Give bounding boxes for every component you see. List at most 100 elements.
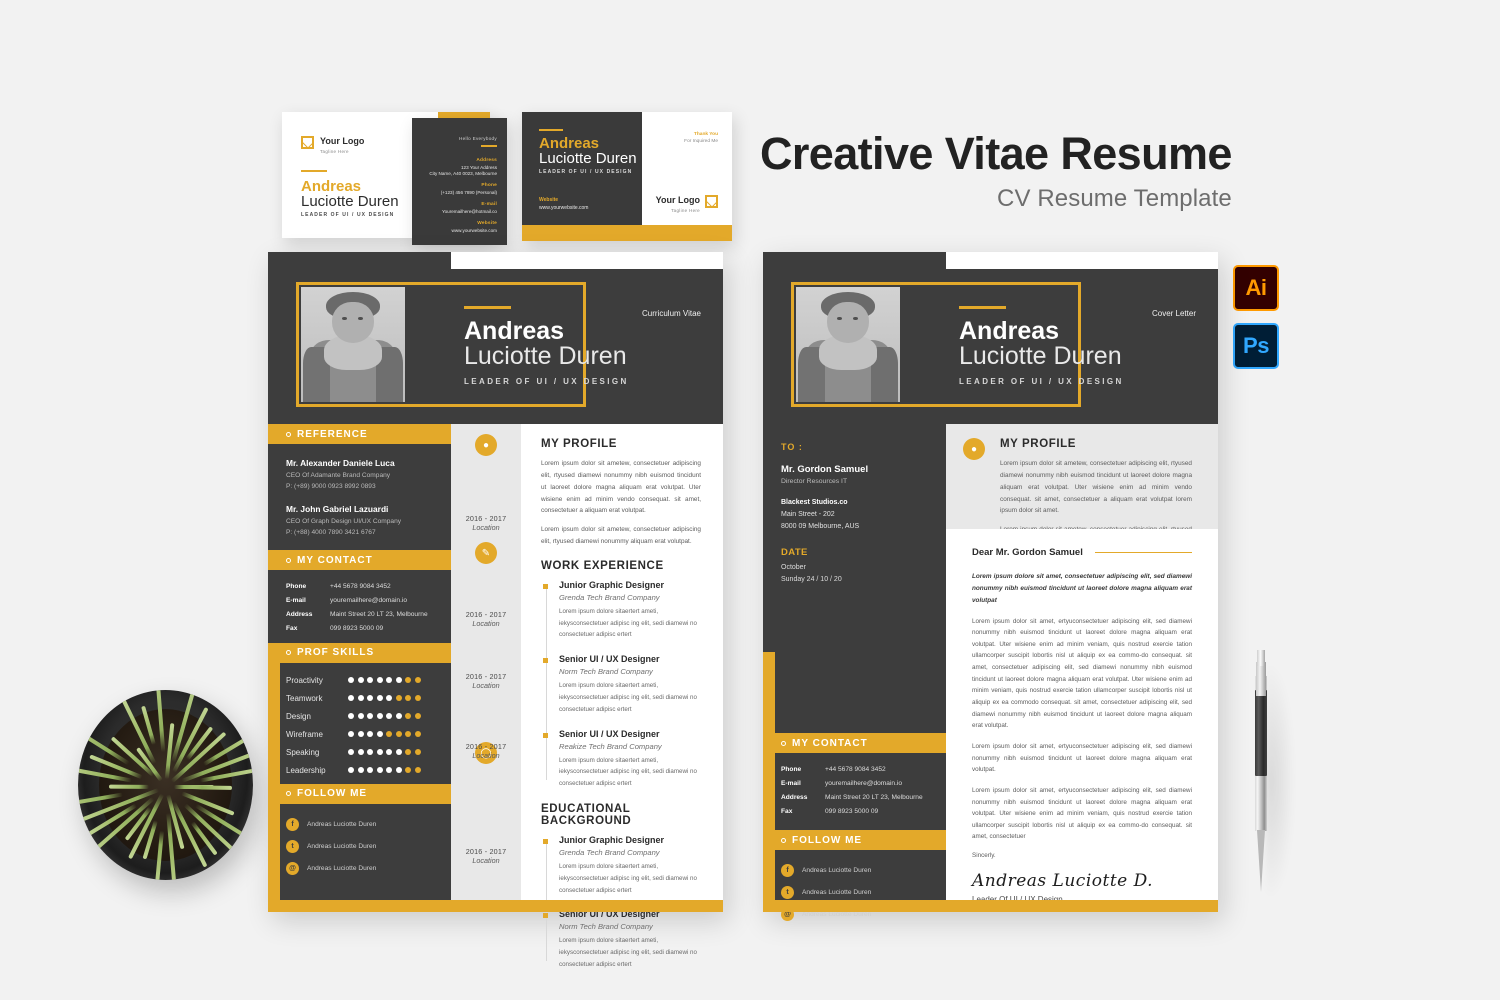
name-rule [464, 306, 511, 309]
cl-role: LEADER OF UI / UX DESIGN [959, 377, 1124, 386]
skill-dot [376, 767, 383, 774]
reference-role: CEO Of Graph Design UI/UX Company [286, 518, 402, 526]
section-title-profile: MY PROFILE [541, 438, 618, 450]
section-header-follow: FOLLOW ME [763, 830, 946, 851]
twitter-icon: t [286, 839, 299, 853]
skill-dot [395, 713, 402, 720]
contact-key: Address [286, 611, 313, 618]
timeline-entry: 2016 - 2017 Location [451, 514, 521, 532]
paragraph: Lorem ipsum dolor sit ametew, consectetu… [541, 460, 701, 515]
facebook-icon: f [781, 864, 794, 878]
skill-dot [357, 749, 364, 756]
recipient-address-1: Main Street - 202 [781, 510, 835, 518]
contact-key: Fax [286, 624, 298, 632]
person-icon: ● [475, 434, 497, 456]
social-row: f Andreas Luciotte Duren [781, 864, 928, 878]
date-month: October [781, 563, 806, 571]
letter-paragraphs: Lorem ipsum dolor sit amet, ertyuconsect… [972, 616, 1192, 844]
bullet-ring-icon [286, 557, 291, 563]
social-handle: Andreas Luciotte Duren [802, 889, 872, 897]
skill-dot [367, 695, 373, 702]
reference-phone: P: (+89) 9000 0923 8992 0893 [286, 482, 376, 490]
experience-title: Junior Graphic Designer [559, 834, 665, 845]
social-list: f Andreas Luciotte Duren t Andreas Luciotte… [268, 804, 451, 875]
contact-value: 099 8923 5000 09 [825, 808, 879, 816]
reference-item: Mr. John Gabriel Lazuardi CEO Of Graph De… [286, 504, 433, 538]
timeline-location: Location [472, 523, 500, 532]
skill-dot [348, 677, 354, 684]
contact-list: Phone +44 5678 9084 3452 E-mail youremailhe… [763, 753, 946, 816]
logo-block: Your Logo Tagline Here [301, 131, 364, 154]
to-label: TO : [781, 442, 803, 452]
skill-dot [348, 731, 354, 738]
skill-dot [386, 713, 392, 720]
bullet-ring-icon [781, 740, 786, 746]
skill-dot [405, 749, 411, 756]
date-label: DATE [781, 546, 808, 558]
social-handle: Andreas Luciotte Duren [307, 864, 377, 872]
skill-dots [348, 749, 421, 756]
timeline-entry: 2016 - 2017 Location [451, 742, 521, 760]
twitter-icon: t [781, 886, 794, 900]
logo-tagline: Tagline Here [320, 149, 349, 154]
skill-row: Teamwork [286, 694, 433, 703]
card-last-name: Luciotte Duren [539, 150, 637, 167]
skill-dot [367, 713, 373, 720]
reference-phone: P: (+88) 4000 7890 3421 6767 [286, 528, 376, 536]
recipient-block: TO : Mr. Gordon Samuel Director Resource… [763, 424, 946, 533]
field-value: 123 Your Address City Name, A40 0023, Mel… [429, 164, 497, 176]
date-full: Sunday 24 / 10 / 20 [781, 575, 842, 583]
skill-row: Speaking [286, 748, 433, 757]
reference-name: Mr. John Gabriel Lazuardi [286, 504, 389, 515]
social-row: t Andreas Luciotte Duren [781, 886, 928, 900]
field-label: Address [476, 158, 497, 163]
contact-key: E-mail [781, 780, 801, 788]
recipient-company: Blackest Studios.co [781, 499, 848, 506]
logo-title: Your Logo [320, 136, 365, 146]
section-title: FOLLOW ME [792, 834, 863, 846]
section-title: PROF SKILLS [297, 647, 375, 659]
skill-name: Speaking [286, 747, 320, 757]
contact-row: E-mail youremailhere@domain.io [286, 597, 433, 605]
experience-title: Junior Graphic Designer [559, 579, 665, 590]
social-row: t Andreas Luciotte Duren [286, 839, 433, 853]
experience-description: Lorem ipsum dolore sitaertert ameti, iek… [559, 607, 697, 639]
website-label: Website [539, 197, 559, 203]
card-role: LEADER OF UI / UX DESIGN [301, 212, 395, 218]
cl-letter-body: Dear Mr. Gordon Samuel Lorem ipsum dolor… [946, 529, 1218, 904]
pen-top [1257, 650, 1265, 666]
reference-name: Mr. Alexander Daniele Luca [286, 458, 395, 468]
pen-grip [1255, 690, 1267, 776]
skill-dot [414, 677, 421, 684]
skill-dot [386, 749, 392, 756]
experience-item: Junior Graphic Designer Grenda Tech Brand… [543, 834, 701, 896]
skill-dot [414, 749, 421, 756]
skill-dot [414, 713, 421, 720]
cv-kicker: Curriculum Vitae [642, 309, 701, 318]
skill-dot [395, 695, 402, 702]
skill-dot [386, 731, 392, 738]
page-subtitle: CV Resume Template [997, 185, 1232, 213]
field-value: (+123) 456 7890 (Personal) [440, 189, 497, 195]
business-card-back: Hello Everybody Address 123 Your Address… [412, 118, 507, 245]
contact-row: Phone +44 5678 9084 3452 [286, 583, 433, 591]
skill-dot [348, 749, 354, 756]
contact-key: E-mail [286, 597, 306, 605]
section-header-contact: MY CONTACT [268, 550, 451, 571]
mockup-stage: Creative Vitae Resume CV Resume Template… [0, 0, 1500, 1000]
lead-paragraph: Lorem ipsum dolore sit amet, consectetue… [972, 573, 1192, 604]
thanks-line-1: Thank You [693, 132, 718, 137]
card-first-name: Andreas [539, 135, 600, 152]
skill-dot [357, 695, 364, 702]
date-block: DATE October Sunday 24 / 10 / 20 [763, 533, 946, 586]
contact-value: 099 8923 5000 09 [330, 624, 384, 632]
cl-header: Cover Letter Andreas Luciotte Duren LEAD… [763, 252, 1218, 424]
experience-company: Grenda Tech Brand Company [559, 592, 660, 602]
card-role: LEADER OF UI / UX DESIGN [539, 169, 633, 175]
skill-dot [395, 749, 402, 756]
reference-list: Mr. Alexander Daniele Luca CEO Of Adamant… [268, 444, 451, 538]
section-title-education: EDUCATIONAL BACKGROUND [541, 802, 632, 827]
cv-page: Curriculum Vitae Andreas Luciotte Duren … [268, 252, 723, 968]
divider [481, 145, 497, 147]
card-hello: Hello Everybody [459, 136, 497, 141]
